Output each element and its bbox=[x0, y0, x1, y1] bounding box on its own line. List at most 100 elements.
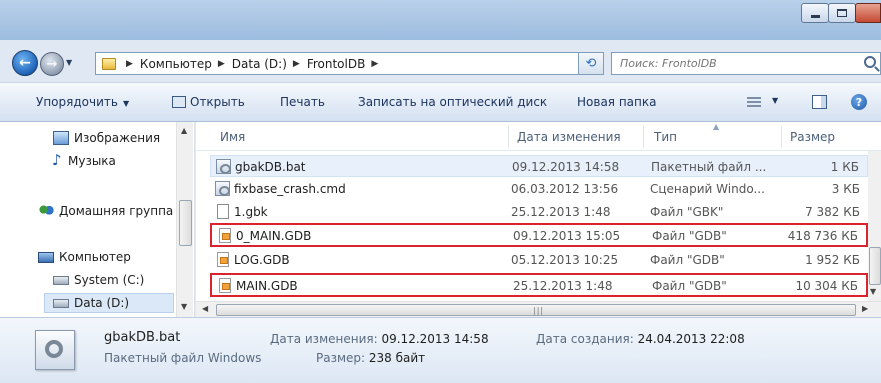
file-date: 25.12.2013 1:48 bbox=[513, 279, 613, 293]
file-date: 25.12.2013 1:48 bbox=[511, 205, 611, 219]
organize-button[interactable]: Упорядочить ▼ bbox=[36, 95, 129, 109]
details-created: Дата создания: 24.04.2013 22:08 bbox=[536, 332, 745, 346]
open-button[interactable]: Открыть bbox=[172, 95, 245, 109]
view-options-icon[interactable] bbox=[747, 97, 761, 108]
column-name[interactable]: Имя bbox=[220, 130, 245, 144]
scroll-down-icon[interactable]: ▼ bbox=[181, 302, 187, 311]
search-input[interactable] bbox=[620, 57, 855, 70]
file-type: Файл "GDB" bbox=[652, 279, 727, 293]
breadcrumb-computer[interactable]: Компьютер bbox=[140, 57, 212, 71]
scroll-right-icon[interactable]: ▶ bbox=[862, 304, 868, 313]
scrollbar-thumb[interactable] bbox=[179, 200, 192, 246]
nav-item-label: System (C:) bbox=[74, 273, 145, 287]
file-name: 0_MAIN.GDB bbox=[236, 229, 312, 243]
gdb-file-icon bbox=[217, 252, 229, 267]
refresh-icon: ⟲ bbox=[585, 56, 597, 71]
computer-icon bbox=[38, 251, 54, 263]
file-row-gbakdb[interactable]: gbakDB.bat 09.12.2013 14:58 Пакетный фай… bbox=[210, 155, 868, 177]
address-bar[interactable]: ▶ Компьютер ▶ Data (D:) ▶ FrontolDB ▶ ▼ bbox=[95, 52, 602, 75]
details-created-label: Дата создания: bbox=[536, 332, 634, 346]
cmd-file-icon bbox=[215, 181, 230, 196]
nav-item-homegroup[interactable]: Домашняя группа bbox=[38, 201, 173, 221]
grip-icon: ||| bbox=[533, 306, 545, 315]
scrollbar-thumb[interactable]: ||| bbox=[216, 304, 856, 316]
minimize-button[interactable] bbox=[801, 3, 829, 23]
file-row-1gbk[interactable]: 1.gbk 25.12.2013 1:48 Файл "GBK" 7 382 К… bbox=[210, 201, 868, 223]
file-type: Сценарий Windo... bbox=[650, 182, 765, 196]
maximize-button[interactable] bbox=[828, 3, 856, 23]
print-button[interactable]: Печать bbox=[280, 95, 325, 109]
nav-item-computer[interactable]: Компьютер bbox=[38, 247, 131, 267]
navigation-bar: ← → ▼ ▶ Компьютер ▶ Data (D:) ▶ FrontolD… bbox=[0, 40, 881, 82]
nav-item-label: Data (D:) bbox=[74, 296, 130, 310]
column-type[interactable]: Тип bbox=[654, 130, 677, 144]
refresh-button[interactable]: ⟲ bbox=[578, 52, 604, 75]
search-box bbox=[611, 52, 881, 75]
title-bar bbox=[0, 0, 881, 40]
file-list-horizontal-scrollbar[interactable]: ◀ ||| ▶ bbox=[196, 301, 881, 317]
scrollbar-thumb[interactable] bbox=[869, 247, 881, 285]
file-list-vertical-scrollbar[interactable]: ▼ bbox=[868, 151, 881, 301]
command-bar: Упорядочить ▼ Открыть Печать Записать на … bbox=[0, 82, 881, 122]
chevron-down-icon: ▼ bbox=[122, 99, 130, 108]
details-size-label: Размер: bbox=[316, 351, 366, 365]
details-modified-label: Дата изменения: bbox=[270, 332, 378, 346]
file-name: MAIN.GDB bbox=[236, 279, 298, 293]
column-date[interactable]: Дата изменения bbox=[517, 130, 621, 144]
file-name: fixbase_crash.cmd bbox=[234, 182, 346, 196]
breadcrumb-data-drive[interactable]: Data (D:) bbox=[232, 57, 287, 71]
file-size: 7 382 КБ bbox=[805, 205, 860, 219]
breadcrumb-frontoldb[interactable]: FrontolDB bbox=[307, 57, 366, 71]
details-created-value: 24.04.2013 22:08 bbox=[637, 332, 745, 346]
batch-file-icon bbox=[35, 330, 75, 370]
open-icon bbox=[172, 96, 186, 108]
chevron-down-icon[interactable]: ▼ bbox=[772, 96, 778, 105]
column-header-row: Имя Дата изменения ▲ Тип Размер bbox=[196, 122, 881, 151]
chevron-right-icon[interactable]: ▶ bbox=[293, 59, 300, 69]
burn-disc-button[interactable]: Записать на оптический диск bbox=[358, 95, 547, 109]
folder-icon bbox=[102, 57, 116, 70]
column-divider[interactable] bbox=[643, 126, 644, 148]
file-name: 1.gbk bbox=[234, 205, 268, 219]
column-size[interactable]: Размер bbox=[790, 130, 835, 144]
new-folder-button[interactable]: Новая папка bbox=[577, 95, 656, 109]
search-icon[interactable] bbox=[864, 56, 876, 68]
file-type: Файл "GDB" bbox=[650, 253, 725, 267]
file-row-main-gdb[interactable]: MAIN.GDB 25.12.2013 1:48 Файл "GDB" 10 3… bbox=[210, 273, 868, 297]
scroll-left-icon[interactable]: ◀ bbox=[202, 304, 208, 313]
file-type: Файл "GBK" bbox=[650, 205, 724, 219]
file-date: 09.12.2013 15:05 bbox=[513, 229, 621, 243]
batch-file-icon bbox=[216, 159, 231, 174]
chevron-right-icon[interactable]: ▶ bbox=[218, 59, 225, 69]
file-row-fixbase[interactable]: fixbase_crash.cmd 06.03.2012 13:56 Сцена… bbox=[210, 178, 868, 200]
column-divider[interactable] bbox=[781, 126, 782, 148]
organize-label: Упорядочить bbox=[36, 95, 118, 109]
file-row-0-main-gdb[interactable]: 0_MAIN.GDB 09.12.2013 15:05 Файл "GDB" 4… bbox=[210, 223, 868, 247]
nav-item-data-d[interactable]: Data (D:) bbox=[44, 293, 174, 313]
file-row-log-gdb[interactable]: LOG.GDB 05.12.2013 10:25 Файл "GDB" 1 95… bbox=[210, 249, 868, 271]
chevron-right-icon[interactable]: ▶ bbox=[371, 59, 378, 69]
file-date: 09.12.2013 14:58 bbox=[512, 160, 620, 174]
recent-pages-dropdown[interactable]: ▼ bbox=[66, 58, 72, 67]
preview-pane-icon[interactable] bbox=[812, 95, 827, 109]
back-button[interactable]: ← bbox=[12, 50, 38, 76]
chevron-right-icon[interactable]: ▶ bbox=[126, 59, 133, 69]
details-file-type: Пакетный файл Windows bbox=[104, 351, 262, 365]
nav-item-pictures[interactable]: Изображения bbox=[53, 128, 160, 148]
scroll-up-icon[interactable]: ▲ bbox=[181, 126, 187, 135]
drive-icon bbox=[53, 275, 69, 285]
column-divider[interactable] bbox=[508, 126, 509, 148]
forward-button[interactable]: → bbox=[40, 52, 64, 76]
navigation-pane-scrollbar[interactable]: ▲ ▼ bbox=[176, 122, 193, 317]
navigation-pane: Изображения Музыка Домашняя группа Компь… bbox=[0, 122, 195, 317]
help-icon[interactable]: ? bbox=[851, 94, 867, 110]
scroll-down-icon[interactable]: ▼ bbox=[870, 287, 876, 296]
nav-item-music[interactable]: Музыка bbox=[52, 151, 116, 171]
close-button[interactable] bbox=[855, 3, 881, 23]
nav-item-label: Изображения bbox=[74, 131, 161, 145]
file-size: 1 952 КБ bbox=[805, 253, 860, 267]
homegroup-icon bbox=[38, 204, 54, 218]
music-icon bbox=[52, 151, 63, 169]
sort-ascending-icon: ▲ bbox=[713, 122, 720, 131]
nav-item-system-c[interactable]: System (C:) bbox=[53, 270, 144, 290]
